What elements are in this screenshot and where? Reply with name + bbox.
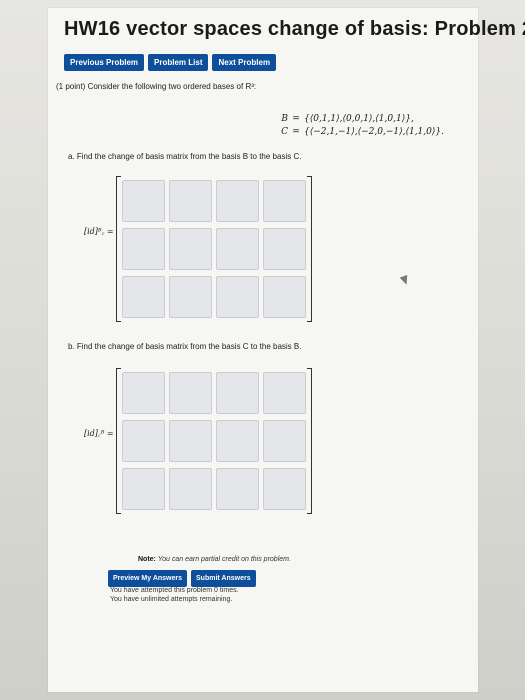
matrix-a-label: [id]ᴮ꜀ = — [84, 227, 114, 236]
matrix-a — [116, 176, 312, 322]
basis-b-name: B — [281, 114, 288, 124]
photo-background: HW16 vector spaces change of basis: Prob… — [0, 0, 525, 700]
matrix-a-cell[interactable] — [216, 228, 259, 270]
next-problem-button[interactable]: Next Problem — [212, 54, 277, 71]
matrix-b-cell[interactable] — [263, 468, 306, 510]
matrix-a-cell[interactable] — [122, 228, 165, 270]
attempts-remaining-text: You have unlimited attempts remaining. — [110, 596, 233, 603]
answer-actions: Preview My Answers Submit Answers — [108, 570, 256, 587]
note-text: You can earn partial credit on this prob… — [157, 556, 291, 563]
problem-list-button[interactable]: Problem List — [148, 54, 209, 71]
previous-problem-button[interactable]: Previous Problem — [64, 54, 145, 71]
webwork-page: HW16 vector spaces change of basis: Prob… — [48, 8, 525, 692]
matrix-a-cell[interactable] — [263, 228, 306, 270]
matrix-b-cell[interactable] — [169, 372, 212, 414]
partial-credit-note: Note: You can earn partial credit on thi… — [138, 556, 291, 563]
basis-c-name: C — [281, 127, 288, 137]
matrix-a-cell[interactable] — [122, 276, 165, 318]
page-title: HW16 vector spaces change of basis: Prob… — [64, 18, 525, 40]
note-label: Note: — [138, 556, 156, 563]
basis-b-value: {⟨0,1,1⟩,⟨0,0,1⟩,⟨1,0,1⟩}, — [304, 114, 414, 124]
part-a-instruction: a. Find the change of basis matrix from … — [68, 152, 302, 161]
equals-sign: = — [292, 127, 300, 137]
attempts-info: You have attempted this problem 0 times.… — [110, 586, 239, 604]
part-b-instruction: b. Find the change of basis matrix from … — [68, 342, 302, 351]
matrix-b-cell[interactable] — [122, 420, 165, 462]
problem-intro: (1 point) Consider the following two ord… — [56, 82, 257, 91]
matrix-a-cell[interactable] — [169, 228, 212, 270]
preview-answers-button[interactable]: Preview My Answers — [108, 570, 187, 587]
matrix-b-cell[interactable] — [216, 420, 259, 462]
matrix-a-cell[interactable] — [263, 276, 306, 318]
matrix-b — [116, 368, 312, 514]
basis-c-row: C = {⟨−2,1,−1⟩,⟨−2,0,−1⟩,⟨1,1,0⟩}. — [278, 127, 444, 140]
matrix-b-cell[interactable] — [169, 420, 212, 462]
basis-b-row: B = {⟨0,1,1⟩,⟨0,0,1⟩,⟨1,0,1⟩}, — [278, 114, 444, 127]
matrix-a-cell[interactable] — [216, 180, 259, 222]
problem-nav: Previous Problem Problem List Next Probl… — [64, 54, 277, 71]
matrix-b-cell[interactable] — [263, 372, 306, 414]
matrix-b-cell[interactable] — [216, 468, 259, 510]
matrix-b-label: [id]꜀ᴮ = — [84, 429, 114, 438]
matrix-b-cell[interactable] — [263, 420, 306, 462]
matrix-a-cell[interactable] — [122, 180, 165, 222]
matrix-b-cell[interactable] — [122, 468, 165, 510]
mouse-cursor-icon — [399, 274, 411, 287]
submit-answers-button[interactable]: Submit Answers — [191, 570, 256, 587]
matrix-b-cell[interactable] — [122, 372, 165, 414]
matrix-a-cell[interactable] — [263, 180, 306, 222]
matrix-b-cell[interactable] — [216, 372, 259, 414]
matrix-a-cell[interactable] — [216, 276, 259, 318]
attempted-count-text: You have attempted this problem 0 times. — [110, 587, 239, 594]
matrix-a-cell[interactable] — [169, 180, 212, 222]
matrix-a-cell[interactable] — [169, 276, 212, 318]
bases-definition: B = {⟨0,1,1⟩,⟨0,0,1⟩,⟨1,0,1⟩}, C = {⟨−2,… — [278, 114, 444, 140]
basis-c-value: {⟨−2,1,−1⟩,⟨−2,0,−1⟩,⟨1,1,0⟩}. — [304, 127, 444, 137]
matrix-b-cell[interactable] — [169, 468, 212, 510]
equals-sign: = — [292, 114, 300, 124]
